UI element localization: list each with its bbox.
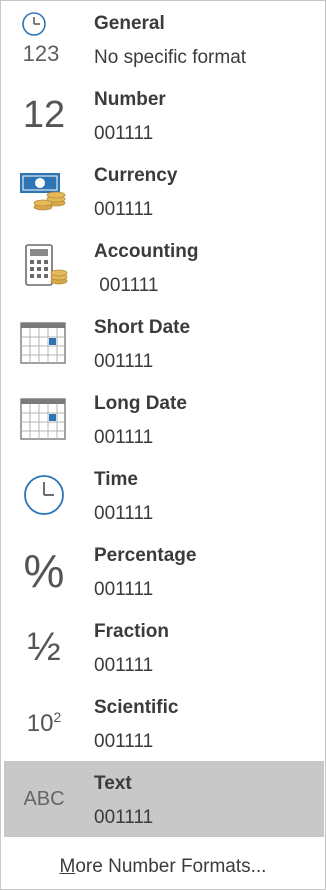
text-abc-icon: ABC: [14, 769, 74, 829]
number-icon-glyph: 12: [22, 94, 66, 136]
format-title: Percentage: [94, 545, 197, 566]
format-title: Long Date: [94, 393, 187, 414]
format-title: General: [94, 13, 165, 34]
format-sample: 001111: [94, 351, 154, 372]
format-item-number[interactable]: 12 Number 001111: [4, 77, 324, 153]
format-sample: 001111: [94, 655, 154, 676]
more-number-formats-label: ore Number Formats...: [75, 856, 267, 877]
scientific-icon-exponent: 2: [53, 709, 62, 725]
format-title: Scientific: [94, 697, 179, 718]
accounting-calculator-coins-icon: [14, 237, 74, 297]
scientific-notation-icon: 102: [14, 693, 74, 753]
number-12-icon: 12: [14, 85, 74, 145]
format-title: Text: [94, 773, 132, 794]
general-icon-digits: 123: [23, 41, 60, 66]
format-title: Short Date: [94, 317, 191, 338]
format-item-percentage[interactable]: % Percentage 001111: [4, 533, 324, 609]
format-title: Accounting: [94, 241, 199, 262]
format-title: Fraction: [94, 621, 169, 642]
format-item-long-date[interactable]: Long Date 001111: [4, 381, 324, 457]
number-format-menu: 123 General No specific format 12 Number…: [0, 0, 326, 890]
clock-123-icon: 123: [14, 9, 74, 69]
format-sample: 001111: [94, 275, 159, 296]
format-item-general[interactable]: 123 General No specific format: [4, 1, 324, 77]
more-number-formats-link[interactable]: More Number Formats...: [1, 849, 325, 889]
format-sample: 001111: [94, 199, 154, 220]
accelerator-key: M: [59, 856, 76, 877]
format-sample: No specific format: [94, 47, 247, 68]
scientific-icon-base: 10: [26, 710, 54, 737]
format-sample: 001111: [94, 503, 154, 524]
text-icon-glyph: ABC: [23, 788, 65, 810]
fraction-icon-glyph: ½: [27, 625, 61, 669]
percent-icon: %: [14, 541, 74, 601]
percent-icon-glyph: %: [23, 545, 65, 597]
calendar-icon: [14, 389, 74, 449]
clock-icon: [14, 465, 74, 525]
format-item-accounting[interactable]: Accounting 001111: [4, 229, 324, 305]
fraction-half-icon: ½: [14, 617, 74, 677]
format-sample: 001111: [94, 731, 154, 752]
format-item-time[interactable]: Time 001111: [4, 457, 324, 533]
format-title: Time: [94, 469, 139, 490]
currency-banknote-coins-icon: [14, 161, 74, 221]
format-item-scientific[interactable]: 102 Scientific 001111: [4, 685, 324, 761]
format-item-fraction[interactable]: ½ Fraction 001111: [4, 609, 324, 685]
format-sample: 001111: [94, 579, 154, 600]
format-title: Currency: [94, 165, 178, 186]
format-sample: 001111: [94, 123, 154, 144]
format-item-short-date[interactable]: Short Date 001111: [4, 305, 324, 381]
format-sample: 001111: [94, 807, 154, 828]
format-sample: 001111: [94, 427, 154, 448]
format-item-text[interactable]: ABC Text 001111: [4, 761, 324, 837]
format-item-currency[interactable]: Currency 001111: [4, 153, 324, 229]
calendar-icon: [14, 313, 74, 373]
format-title: Number: [94, 89, 166, 110]
